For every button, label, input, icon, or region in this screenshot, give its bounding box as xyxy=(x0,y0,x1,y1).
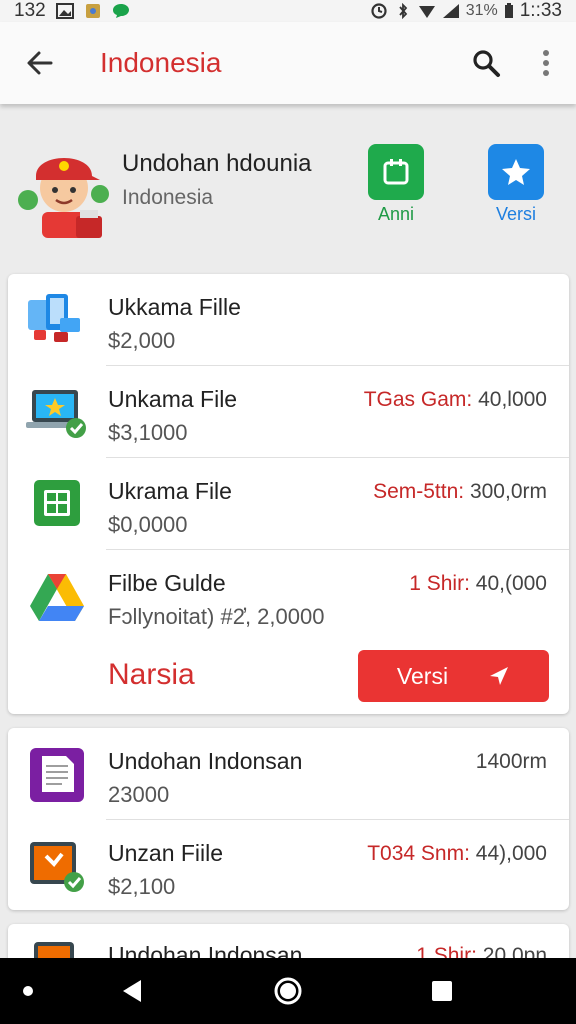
item-meta-key: T034 Snm: xyxy=(367,842,470,865)
status-time-right: 1::33 xyxy=(519,0,562,21)
list-item[interactable]: Ukkama Fille $2,000 xyxy=(8,274,569,366)
back-button[interactable] xyxy=(0,22,80,104)
document-icon xyxy=(30,748,84,802)
battery-percent: 31% xyxy=(465,2,498,19)
send-icon xyxy=(490,667,509,685)
item-name: Filbe Gulde xyxy=(108,570,226,596)
versi-send-button[interactable]: Versi xyxy=(358,650,549,702)
item-name: Undohan Indonsan xyxy=(108,748,303,774)
item-meta-key: 1 Shir: xyxy=(409,572,470,595)
system-nav-bar xyxy=(0,958,576,1024)
item-price: $2,100 xyxy=(108,874,176,899)
item-meta: Sem-5ttn: 300,0rm xyxy=(373,480,547,504)
card-footer: Narsia Versi xyxy=(8,638,569,714)
profile-subtitle: Indonesia xyxy=(122,186,214,209)
alarm-icon xyxy=(371,3,387,19)
versi-button[interactable]: Versi xyxy=(486,144,546,225)
nav-back-icon xyxy=(123,980,141,1002)
signal-icon xyxy=(442,4,459,18)
list-item[interactable]: Filbe Gulde Fɔllynoitat) #2̕, 2,0000 1 S… xyxy=(8,550,569,638)
search-button[interactable] xyxy=(456,22,516,104)
file-list-card: Ukkama Fille $2,000 Unkama File $3,1000 … xyxy=(8,274,569,714)
item-meta-key: TGas Gam: xyxy=(363,388,473,411)
status-time-left: 132 xyxy=(14,0,46,21)
avatar xyxy=(18,158,109,238)
profile-name: Undohan hdounia xyxy=(122,150,312,177)
nav-recents-icon xyxy=(432,981,452,1001)
bluetooth-icon xyxy=(399,3,407,19)
nav-recents-button[interactable] xyxy=(420,958,464,1024)
item-meta: 1400rm xyxy=(476,750,547,774)
dot-icon xyxy=(23,986,33,996)
list-item[interactable]: Unzan Fiile $2,100 T034 Snm: 44),000 xyxy=(8,820,569,910)
item-name: Unzan Fiile xyxy=(108,840,224,866)
item-meta-value: 300,0rm xyxy=(469,480,547,503)
battery-icon xyxy=(504,3,513,18)
list-item[interactable]: Undohan Indonsan 23000 1400rm xyxy=(8,728,569,820)
versi-label: Versi xyxy=(495,204,537,224)
tablet-icon xyxy=(30,842,84,892)
wifi-icon xyxy=(418,6,435,18)
item-meta: T034 Snm: 44),000 xyxy=(367,842,547,866)
item-price: 23000 xyxy=(108,782,170,807)
arrow-back-icon xyxy=(27,51,53,75)
item-name: Ukkama Fille xyxy=(108,294,241,320)
image-notification-icon xyxy=(55,3,74,19)
nav-dot-button[interactable] xyxy=(10,958,46,1024)
profile-header: Undohan hdounia Indonesia Anni Versi xyxy=(0,112,576,262)
list-item[interactable]: Ukrama File $0,0000 Sem-5ttn: 300,0rm xyxy=(8,458,569,550)
item-name: Unkama File xyxy=(108,386,238,412)
list-item[interactable]: Unkama File $3,1000 TGas Gam: 40,l000 xyxy=(8,366,569,458)
versi-send-label: Versi xyxy=(396,662,449,689)
nav-back-button[interactable] xyxy=(110,958,154,1024)
file-list-card-2: Undohan Indonsan 23000 1400rm Unzan Fiil… xyxy=(8,728,569,910)
anni-button[interactable]: Anni xyxy=(366,144,426,225)
star-icon xyxy=(488,144,544,200)
item-name: Ukrama File xyxy=(108,478,232,504)
chat-notification-icon xyxy=(112,4,129,18)
more-vert-icon xyxy=(543,50,549,76)
item-price: Fɔllynoitat) #2̕, 2,0000 xyxy=(108,604,325,629)
item-meta: 1 Shir: 40,(000 xyxy=(409,572,547,596)
laptop-star-icon xyxy=(26,390,86,438)
item-price: $3,1000 xyxy=(108,420,188,445)
sheets-icon xyxy=(34,480,80,526)
nav-home-icon xyxy=(274,977,302,1005)
devices-icon xyxy=(28,294,80,342)
footer-label: Narsia xyxy=(108,658,195,691)
item-meta-value: 1400rm xyxy=(475,750,547,773)
app-bar: Indonesia xyxy=(0,22,576,104)
item-meta: TGas Gam: 40,l000 xyxy=(364,388,547,412)
page-title: Indonesia xyxy=(100,47,222,78)
more-options-button[interactable] xyxy=(516,22,576,104)
item-price: $0,0000 xyxy=(108,512,188,537)
item-meta-key: Sem-5ttn: xyxy=(373,480,465,503)
calendar-icon xyxy=(368,144,424,200)
status-bar: 132 31% 1::33 xyxy=(0,0,576,22)
item-price: $2,000 xyxy=(108,328,176,353)
app-notification-icon xyxy=(85,4,100,18)
item-meta-value: 40,l000 xyxy=(478,388,547,411)
drive-icon xyxy=(30,574,84,621)
anni-label: Anni xyxy=(377,204,415,224)
search-icon xyxy=(473,50,500,77)
nav-home-button[interactable] xyxy=(266,958,310,1024)
item-meta-value: 44),000 xyxy=(475,842,547,865)
item-meta-value: 40,(000 xyxy=(475,572,547,595)
